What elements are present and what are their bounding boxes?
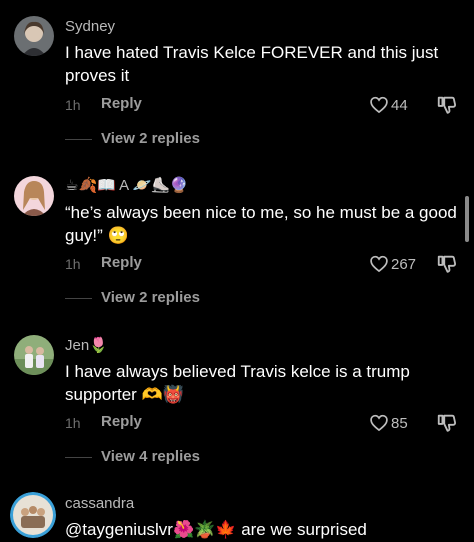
comment-meta: 1h Reply 267	[65, 253, 465, 277]
comment-text: “he’s always been nice to me, so he must…	[65, 203, 457, 245]
dislike-button[interactable]	[436, 412, 458, 434]
heart-outline-icon	[370, 96, 388, 114]
like-count: 44	[391, 96, 408, 114]
thumbs-down-icon	[437, 96, 457, 114]
reply-button[interactable]: Reply	[101, 413, 142, 430]
dislike-button[interactable]	[436, 253, 458, 275]
comment-meta: 1h Reply 85	[65, 412, 465, 436]
comment-text: I have always believed Travis kelce is a…	[65, 362, 410, 404]
reply-button[interactable]: Reply	[101, 254, 142, 271]
view-replies-button[interactable]: View 4 replies	[65, 446, 265, 468]
thumbs-down-icon	[437, 255, 457, 273]
avatar[interactable]	[10, 492, 56, 538]
like-count: 85	[391, 414, 408, 432]
timestamp: 1h	[65, 256, 81, 272]
heart-outline-icon	[370, 255, 388, 273]
divider	[65, 139, 92, 140]
username[interactable]: cassandra	[65, 495, 134, 512]
view-replies-label: View 2 replies	[101, 289, 200, 306]
timestamp: 1h	[65, 97, 81, 113]
like-button[interactable]: 44	[369, 94, 408, 116]
username[interactable]: ☕🍂📖 A 🪐⛸️🔮	[65, 176, 189, 194]
comment-meta: 1h Reply 44	[65, 94, 465, 118]
like-button[interactable]: 267	[369, 253, 416, 275]
like-count: 267	[391, 255, 417, 273]
view-replies-button[interactable]: View 2 replies	[65, 287, 265, 309]
thumbs-down-icon	[437, 414, 457, 432]
username[interactable]: Jen🌷	[65, 336, 108, 354]
view-replies-button[interactable]: View 2 replies	[65, 128, 265, 150]
timestamp: 1h	[65, 415, 81, 431]
reply-button[interactable]: Reply	[101, 95, 142, 112]
view-replies-label: View 2 replies	[101, 130, 200, 147]
dislike-button[interactable]	[436, 94, 458, 116]
divider	[65, 298, 92, 299]
avatar[interactable]	[14, 335, 54, 375]
heart-outline-icon	[370, 414, 388, 432]
divider	[65, 457, 92, 458]
scrollbar[interactable]	[465, 196, 469, 242]
like-button[interactable]: 85	[369, 412, 408, 434]
comment-text: @taygeniuslvr🌺🪴🍁 are we surprised	[65, 520, 367, 539]
username[interactable]: Sydney	[65, 18, 115, 35]
comment-text: I have hated Travis Kelce FOREVER and th…	[65, 43, 439, 85]
avatar[interactable]	[14, 16, 54, 56]
view-replies-label: View 4 replies	[101, 448, 200, 465]
avatar[interactable]	[14, 176, 54, 216]
